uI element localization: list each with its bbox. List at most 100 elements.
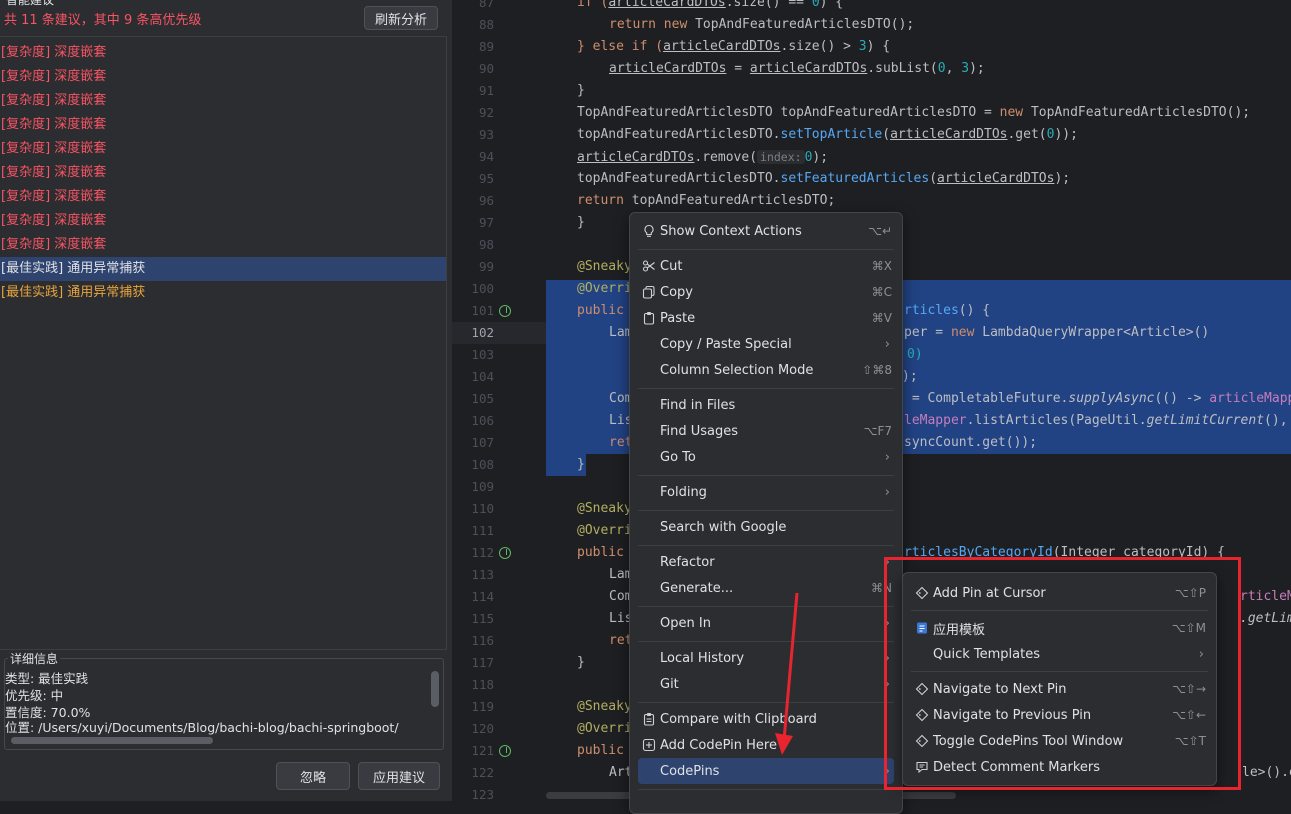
suggestion-summary: 共 11 条建议，其中 9 条高优先级 — [4, 13, 202, 28]
line-number: 92 — [478, 105, 494, 120]
code-line: rticleMappe — [1240, 589, 1291, 604]
suggestion-item[interactable]: [复杂度] 深度嵌套 — [0, 209, 446, 233]
code-token: articleCardDTOs — [608, 0, 726, 10]
code-line: @Sneaky — [577, 699, 632, 714]
menu-item-label: Find Usages — [660, 423, 739, 439]
code-token: ) { — [819, 0, 844, 10]
line-number: 99 — [478, 259, 494, 274]
code-token: ()); — [1005, 435, 1038, 450]
line-number: 123 — [471, 787, 494, 802]
code-token: .size() == — [725, 0, 812, 10]
code-line: TopAndFeaturedArticlesDTO topAndFeatured… — [577, 102, 1250, 124]
code-line: 0) — [907, 344, 923, 366]
line-number: 120 — [471, 721, 494, 736]
line-number: 90 — [478, 61, 494, 76]
menu-separator — [638, 388, 894, 389]
suggestion-item[interactable]: [复杂度] 深度嵌套 — [0, 89, 446, 113]
code-token: new — [950, 325, 983, 340]
lightbulb-icon — [638, 224, 660, 238]
menu-item-add-codepin-here[interactable]: Add CodePin Here — [638, 732, 894, 758]
code-token: articleMappe — [1209, 391, 1291, 406]
refresh-analysis-button[interactable]: 刷新分析 — [364, 6, 438, 30]
override-gutter-icon[interactable] — [499, 547, 511, 559]
menu-item-compare-with-clipboard[interactable]: Compare with Clipboard — [638, 706, 894, 732]
menu-item-label: Column Selection Mode — [660, 362, 814, 378]
panel-title: 智能建议 — [6, 0, 55, 7]
menu-item-cut[interactable]: Cut ⌘X — [638, 253, 894, 279]
menu-item-git[interactable]: Git › — [638, 671, 894, 697]
line-number: 98 — [478, 237, 494, 252]
menu-item-go-to[interactable]: Go To › — [638, 444, 894, 470]
suggestion-item[interactable]: [最佳实践] 通用异常捕获 — [0, 257, 446, 281]
code-line: public — [577, 743, 624, 758]
code-token: setTopArticle — [780, 127, 883, 142]
line-number: 118 — [471, 677, 494, 692]
menu-item-label: Generate... — [660, 580, 734, 596]
line-number: 122 — [471, 765, 494, 780]
code-token: ); — [969, 61, 985, 76]
detail-vertical-scrollbar[interactable] — [431, 671, 439, 707]
code-line: return new TopAndFeaturedArticlesDTO(); — [609, 14, 914, 36]
menu-item-label: Show Context Actions — [660, 223, 802, 239]
menu-item-copy[interactable]: Copy ⌘C — [638, 279, 894, 305]
menu-item-shortcut: ⌘C — [871, 285, 892, 299]
menu-item-show-context-actions[interactable]: Show Context Actions ⌥↵ — [638, 218, 894, 244]
code-token: .listArticles(PageUtil. — [966, 413, 1147, 428]
menu-item-local-history[interactable]: Local History › — [638, 645, 894, 671]
apply-suggestion-button[interactable]: 应用建议 — [358, 762, 440, 790]
code-token: articleCardDTOs — [609, 61, 727, 76]
line-number: 115 — [471, 611, 494, 626]
suggestion-item[interactable]: [复杂度] 深度嵌套 — [0, 233, 446, 257]
code-token: public — [577, 303, 624, 318]
menu-item-search-with-google[interactable]: Search with Google — [638, 514, 894, 540]
detail-horizontal-scrollbar[interactable] — [11, 737, 213, 744]
menu-item-copy-paste-special[interactable]: Copy / Paste Special › — [638, 331, 894, 357]
menu-item-find-in-files[interactable]: Find in Files — [638, 392, 894, 418]
override-gutter-icon[interactable] — [499, 305, 511, 317]
code-token: () { — [958, 303, 991, 318]
code-line: syncCount.get()); — [904, 432, 1037, 454]
menu-separator — [638, 249, 894, 250]
annotation-highlight-box — [884, 557, 1241, 790]
menu-item-refactor[interactable]: Refactor › — [638, 549, 894, 575]
suggestion-item[interactable]: [复杂度] 深度嵌套 — [0, 137, 446, 161]
line-number: 116 — [471, 633, 494, 648]
suggestion-item[interactable]: [最佳实践] 通用异常捕获 — [0, 281, 446, 305]
line-number: 117 — [471, 655, 494, 670]
menu-item-folding[interactable]: Folding › — [638, 479, 894, 505]
menu-item-generate[interactable]: Generate... ⌘N — [638, 575, 894, 601]
annotation-arrow-icon — [775, 592, 799, 755]
code-line: @Overri — [577, 721, 632, 736]
chevron-right-icon: › — [884, 484, 890, 500]
menu-item-open-in[interactable]: Open In › — [638, 610, 894, 636]
menu-separator — [638, 545, 894, 546]
line-number: 88 — [478, 17, 494, 32]
compare-clipboard-icon — [638, 712, 660, 726]
code-token: 0 — [937, 61, 946, 76]
override-gutter-icon[interactable] — [499, 745, 511, 757]
menu-item-paste[interactable]: Paste ⌘V — [638, 305, 894, 331]
ignore-button[interactable]: 忽略 — [276, 762, 350, 790]
code-line: } — [577, 83, 585, 98]
menu-separator — [638, 789, 894, 790]
suggestion-item[interactable]: [复杂度] 深度嵌套 — [0, 113, 446, 137]
line-number: 97 — [478, 215, 494, 230]
line-number: 112 — [471, 545, 494, 560]
menu-item-find-usages[interactable]: Find Usages ⌥F7 — [638, 418, 894, 444]
menu-item-column-selection-mode[interactable]: Column Selection Mode ⇧⌘8 — [638, 357, 894, 383]
clipboard-icon — [638, 311, 660, 325]
menu-separator — [638, 702, 894, 703]
menu-item-label: Find in Files — [660, 397, 736, 413]
suggestion-item[interactable]: [复杂度] 深度嵌套 — [0, 161, 446, 185]
code-token: get — [982, 435, 1006, 450]
line-number: 110 — [471, 501, 494, 516]
menu-item-shortcut: ⇧⌘8 — [862, 363, 892, 377]
suggestion-item[interactable]: [复杂度] 深度嵌套 — [0, 65, 446, 89]
code-token: getLimitCurrent — [1146, 413, 1265, 428]
code-token: if ( — [577, 0, 609, 10]
suggestion-item[interactable]: [复杂度] 深度嵌套 — [0, 185, 446, 209]
code-token: articleCardDTOs — [749, 61, 868, 76]
code-token: 3 — [858, 39, 867, 54]
suggestion-item[interactable]: [复杂度] 深度嵌套 — [0, 41, 446, 65]
menu-item-codepins[interactable]: CodePins › — [638, 758, 894, 784]
